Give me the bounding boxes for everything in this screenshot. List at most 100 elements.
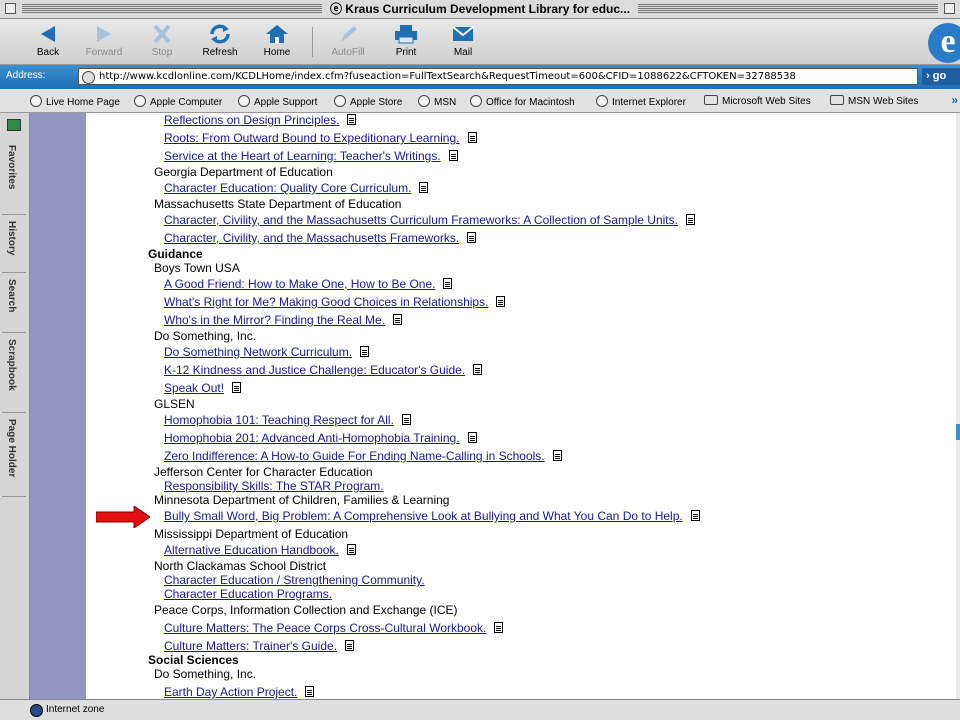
print-button[interactable]: Print [380,23,432,58]
autofill-button[interactable]: AutoFill [322,23,374,58]
fav-microsoft-web-sites[interactable]: Microsoft Web Sites [704,95,811,107]
tab-favorites[interactable]: Favorites [2,139,26,215]
fav-live-home-page[interactable]: Live Home Page [30,95,120,108]
scrollbar-track[interactable] [956,113,960,699]
result-link[interactable]: Zero Indifference: A How-to Guide For En… [164,449,562,463]
result-title-link[interactable]: Who's in the Mirror? Finding the Real Me… [164,313,385,327]
result-link[interactable]: Homophobia 201: Advanced Anti-Homophobia… [164,431,477,445]
fav-apple-computer[interactable]: Apple Computer [134,95,222,108]
full-text-document-icon[interactable] [467,232,477,243]
result-link[interactable]: Reflections on Design Principles. [164,113,357,127]
result-link[interactable]: Character Education / Strengthening Comm… [164,573,425,587]
tab-search[interactable]: Search [2,273,26,333]
full-text-document-icon[interactable] [401,414,411,425]
fav-apple-store[interactable]: Apple Store [334,95,402,108]
result-link[interactable]: Roots: From Outward Bound to Expeditiona… [164,131,477,145]
result-link[interactable]: What's Right for Me? Making Good Choices… [164,295,506,309]
tab-history[interactable]: History [2,215,26,273]
title-bar[interactable]: ⓔ Kraus Curriculum Development Library f… [0,0,960,19]
full-text-document-icon[interactable] [467,432,477,443]
more-chevron-icon[interactable]: » [951,93,958,107]
full-text-document-icon[interactable] [496,296,506,307]
fav-msn[interactable]: MSN [418,95,456,108]
full-text-document-icon[interactable] [494,622,504,633]
result-title-link[interactable]: Culture Matters: Trainer's Guide. [164,639,337,653]
result-link-highlighted[interactable]: Bully Small Word, Big Problem: A Compreh… [164,509,700,523]
result-link[interactable]: Speak Out! [164,381,242,395]
result-link[interactable]: Character Education Programs. [164,587,332,601]
result-title-link[interactable]: Homophobia 201: Advanced Anti-Homophobia… [164,431,460,445]
result-title-link[interactable]: Alternative Education Handbook. [164,543,339,557]
full-text-document-icon[interactable] [473,364,483,375]
result-title-link[interactable]: Earth Day Action Project. [164,685,297,699]
category-heading: Social Sciences [148,653,239,667]
tab-page-holder[interactable]: Page Holder [2,413,26,497]
stop-button[interactable]: Stop [136,23,188,58]
back-button[interactable]: Back [22,23,74,58]
full-text-document-icon[interactable] [347,114,357,125]
result-link[interactable]: Service at the Heart of Learning: Teache… [164,149,458,163]
refresh-button[interactable]: Refresh [194,23,246,58]
full-text-document-icon[interactable] [345,640,355,651]
security-zone: Internet zone [46,704,105,715]
tab-scrapbook[interactable]: Scrapbook [2,333,26,413]
result-link[interactable]: Character Education: Quality Core Curric… [164,181,429,195]
result-link[interactable]: Alternative Education Handbook. [164,543,356,557]
home-button[interactable]: Home [251,23,303,58]
result-link[interactable]: Responsibility Skills: The STAR Program. [164,479,384,493]
result-title-link[interactable]: Character Education / Strengthening Comm… [164,573,425,587]
full-text-document-icon[interactable] [360,346,370,357]
forward-button[interactable]: Forward [78,23,130,58]
result-link[interactable]: Who's in the Mirror? Finding the Real Me… [164,313,403,327]
result-title-link[interactable]: Roots: From Outward Bound to Expeditiona… [164,131,460,145]
result-title-link[interactable]: Responsibility Skills: The STAR Program. [164,479,384,493]
result-link[interactable]: Culture Matters: The Peace Corps Cross-C… [164,621,504,635]
result-title-link[interactable]: Speak Out! [164,381,224,395]
result-title-link[interactable]: Homophobia 101: Teaching Respect for All… [164,413,394,427]
result-link[interactable]: Earth Day Action Project. [164,685,315,699]
result-link[interactable]: Do Something Network Curriculum. [164,345,370,359]
full-text-document-icon[interactable] [467,132,477,143]
full-text-document-icon[interactable] [685,214,695,225]
full-text-document-icon[interactable] [305,686,315,697]
result-title-link[interactable]: Service at the Heart of Learning: Teache… [164,149,441,163]
fav-internet-explorer[interactable]: Internet Explorer [596,95,686,108]
result-link[interactable]: Culture Matters: Trainer's Guide. [164,639,355,653]
full-text-document-icon[interactable] [419,182,429,193]
full-text-document-icon[interactable] [690,510,700,521]
full-text-document-icon[interactable] [448,150,458,161]
full-text-document-icon[interactable] [393,314,403,325]
result-title-link[interactable]: Character, Civility, and the Massachuset… [164,231,459,245]
full-text-document-icon[interactable] [552,450,562,461]
result-title-link[interactable]: Character Education Programs. [164,587,332,601]
result-title-link[interactable]: What's Right for Me? Making Good Choices… [164,295,488,309]
close-box[interactable] [5,3,16,14]
result-title-link[interactable]: Do Something Network Curriculum. [164,345,352,359]
full-text-document-icon[interactable] [443,278,453,289]
result-link[interactable]: Character, Civility, and the Massachuset… [164,231,477,245]
result-link[interactable]: K-12 Kindness and Justice Challenge: Edu… [164,363,483,377]
result-title-link[interactable]: Culture Matters: The Peace Corps Cross-C… [164,621,486,635]
fav-apple-support[interactable]: Apple Support [238,95,317,108]
result-link[interactable]: Homophobia 101: Teaching Respect for All… [164,413,411,427]
fav-msn-web-sites[interactable]: MSN Web Sites [830,95,918,107]
zoom-box[interactable] [944,3,955,14]
result-title-link[interactable]: Bully Small Word, Big Problem: A Compreh… [164,509,683,523]
full-text-document-icon[interactable] [232,382,242,393]
result-link[interactable]: A Good Friend: How to Make One, How to B… [164,277,453,291]
result-title-link[interactable]: A Good Friend: How to Make One, How to B… [164,277,435,291]
window-title: ⓔ Kraus Curriculum Development Library f… [321,1,639,18]
url-field[interactable]: http://www.kcdlonline.com/KCDLHome/index… [78,68,918,85]
result-title-link[interactable]: K-12 Kindness and Justice Challenge: Edu… [164,363,465,377]
result-title-link[interactable]: Reflections on Design Principles. [164,113,339,127]
mail-button[interactable]: Mail [437,23,489,58]
fav-office-for-macintosh[interactable]: Office for Macintosh [470,95,575,108]
sidebar-toggle-icon[interactable] [7,119,21,131]
go-button[interactable]: › go [922,68,960,85]
scrollbar-thumb[interactable] [956,424,960,440]
result-title-link[interactable]: Character, Civility, and the Massachuset… [164,213,678,227]
full-text-document-icon[interactable] [346,544,356,555]
result-link[interactable]: Character, Civility, and the Massachuset… [164,213,695,227]
result-title-link[interactable]: Character Education: Quality Core Curric… [164,181,411,195]
result-title-link[interactable]: Zero Indifference: A How-to Guide For En… [164,449,545,463]
